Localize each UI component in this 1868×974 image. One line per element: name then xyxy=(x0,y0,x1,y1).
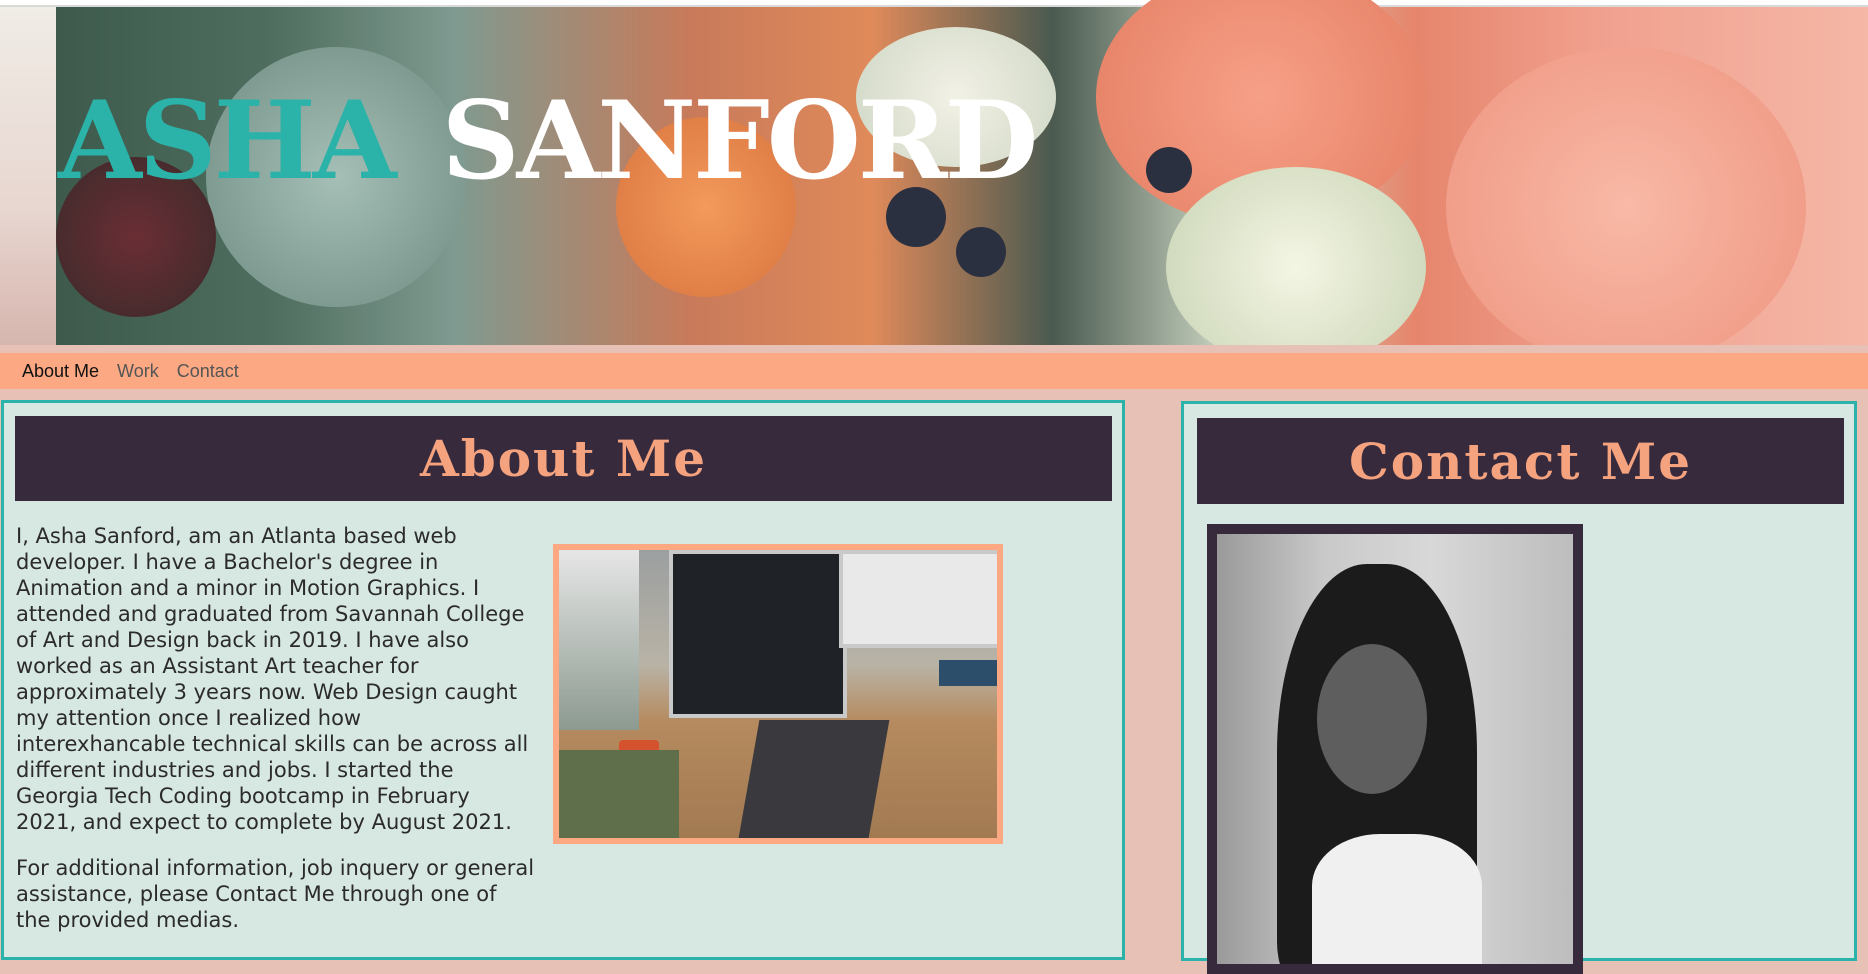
contact-heading: Contact Me xyxy=(1348,431,1693,491)
portrait-frame xyxy=(1207,524,1583,974)
contact-heading-bar: Contact Me xyxy=(1197,418,1844,504)
hero-banner: ASHA SANFORD xyxy=(0,0,1868,345)
hero-left-edge-image xyxy=(0,7,56,345)
contact-section: Contact Me xyxy=(1181,401,1857,974)
portrait-photo xyxy=(1217,534,1573,964)
nav-link-about-me[interactable]: About Me xyxy=(22,361,99,382)
about-paragraph: For additional information, job inquery … xyxy=(16,856,535,932)
about-text: I, Asha Sanford, am an Atlanta based web… xyxy=(16,523,536,953)
workspace-photo xyxy=(553,544,1003,844)
site-title: ASHA SANFORD xyxy=(58,86,1038,196)
main-nav: About Me Work Contact xyxy=(0,353,1868,389)
about-paragraph: I, Asha Sanford, am an Atlanta based web… xyxy=(16,524,529,834)
about-heading: About Me xyxy=(419,429,708,488)
about-section: About Me I, Asha Sanford, am an Atlanta … xyxy=(1,400,1125,960)
site-title-first-name: ASHA xyxy=(58,78,397,204)
about-heading-bar: About Me xyxy=(15,416,1112,501)
site-title-last-name: SANFORD xyxy=(441,78,1039,204)
nav-link-work[interactable]: Work xyxy=(117,361,159,382)
nav-link-contact[interactable]: Contact xyxy=(177,361,239,382)
